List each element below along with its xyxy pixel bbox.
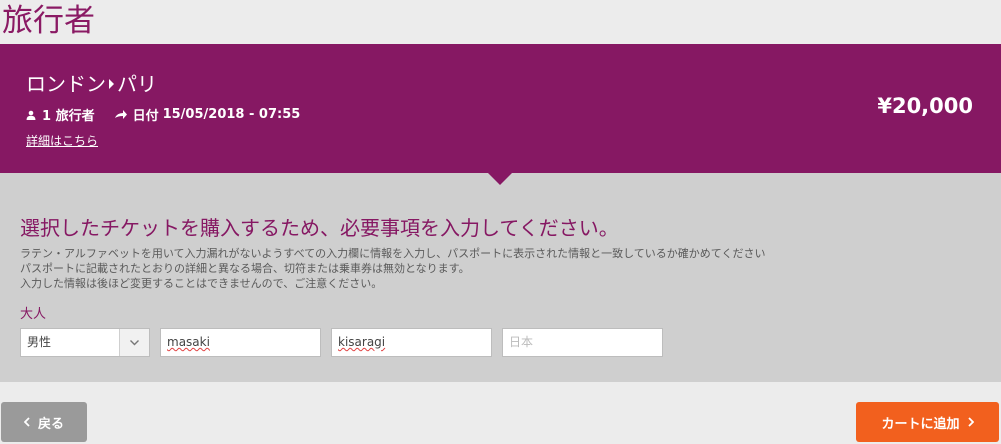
trip-summary-banner: ロンドン パリ 1 旅行者 日付 15/05/2018 - 07:55 詳細はこ… <box>0 44 1001 173</box>
instruction-line: ラテン・アルファベットを用いて入力漏れがないようすべての入力欄に情報を入力し、パ… <box>20 247 766 260</box>
form-heading: 選択したチケットを購入するため、必要事項を入力してください。 <box>20 216 619 240</box>
add-to-cart-button[interactable]: カートに追加 <box>856 402 999 442</box>
passenger-category: 大人 <box>20 307 47 322</box>
first-name-input[interactable]: masaki <box>160 328 321 357</box>
last-name-input[interactable]: kisaragi <box>331 328 492 357</box>
back-button-label: 戻る <box>37 416 64 432</box>
chevron-left-icon <box>23 417 30 427</box>
person-icon <box>26 110 36 120</box>
traveler-count: 1 旅行者 <box>26 105 95 124</box>
chevron-down-icon <box>130 339 139 345</box>
origin-station: ロンドン <box>26 72 106 96</box>
banner-pointer <box>488 173 512 185</box>
page-title: 旅行者 <box>2 3 95 39</box>
passenger-form: 選択したチケットを購入するため、必要事項を入力してください。 ラテン・アルファベ… <box>0 173 1001 382</box>
gender-select[interactable]: 男性 <box>20 328 150 357</box>
add-to-cart-label: カートに追加 <box>881 416 960 432</box>
trip-meta: 1 旅行者 日付 15/05/2018 - 07:55 <box>26 105 320 124</box>
details-link[interactable]: 詳細はこちら <box>26 132 98 149</box>
destination-station: パリ <box>117 72 157 96</box>
instruction-line: 入力した情報は後ほど変更することはできませんので、ご注意ください。 <box>20 277 383 290</box>
nationality-input[interactable]: 日本 <box>502 328 663 357</box>
date-value: 15/05/2018 - 07:55 <box>162 107 301 122</box>
route: ロンドン パリ <box>26 68 157 97</box>
form-instructions: ラテン・アルファベットを用いて入力漏れがないようすべての入力欄に情報を入力し、パ… <box>20 246 765 291</box>
route-arrow-icon <box>109 78 114 89</box>
arrow-right-icon <box>114 109 127 119</box>
gender-selected-value: 男性 <box>27 335 52 349</box>
instruction-line: パスポートに記載されたとおりの詳細と異なる場合、切符または乗車券は無効となります… <box>20 262 470 275</box>
departure-date: 日付 15/05/2018 - 07:55 <box>114 105 301 124</box>
total-price: ¥20,000 <box>877 94 973 118</box>
first-name-value: masaki <box>167 335 210 349</box>
gender-dropdown-button[interactable] <box>119 329 149 356</box>
nationality-placeholder: 日本 <box>509 335 534 349</box>
date-label: 日付 <box>132 109 159 124</box>
last-name-value: kisaragi <box>338 335 386 349</box>
chevron-right-icon <box>967 417 974 427</box>
traveler-count-label: 1 旅行者 <box>42 109 95 124</box>
back-button[interactable]: 戻る <box>1 402 87 442</box>
